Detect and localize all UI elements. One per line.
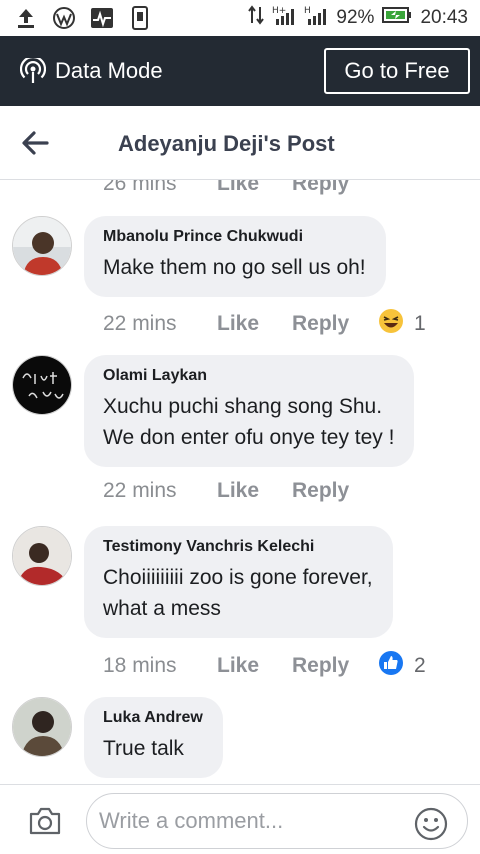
emoji-icon[interactable]: [414, 807, 448, 841]
reply-button[interactable]: Reply: [292, 180, 378, 196]
data-arrows-icon: [248, 5, 265, 31]
comment-author[interactable]: Luka Andrew: [103, 709, 203, 727]
upload-icon: [14, 6, 38, 30]
comment-bubble[interactable]: Testimony Vanchris Kelechi Choiiiiiiiii …: [84, 526, 393, 638]
reply-button[interactable]: Reply: [292, 479, 378, 503]
data-mode-bar: Data Mode Go to Free: [0, 36, 480, 106]
like-button[interactable]: Like: [217, 654, 292, 678]
avatar[interactable]: [12, 216, 72, 276]
avatar[interactable]: [12, 355, 72, 415]
reply-button[interactable]: Reply: [292, 654, 378, 678]
comment-text: True talk: [103, 737, 184, 760]
comments-list[interactable]: 26 mins Like Reply Mbanolu Prince Chukwu…: [0, 180, 480, 784]
comment-time: 22 mins: [103, 479, 177, 502]
status-bar: H+ H 92% 20:43: [0, 0, 480, 36]
wordpress-icon: [52, 6, 76, 30]
comment-meta: 26 mins Like Reply: [103, 180, 378, 196]
signal-h-icon: H: [304, 5, 328, 31]
like-button[interactable]: Like: [217, 312, 292, 336]
like-button[interactable]: Like: [217, 479, 292, 503]
comment-author[interactable]: Mbanolu Prince Chukwudi: [103, 228, 366, 246]
avatar[interactable]: [12, 526, 72, 586]
reaction-summary[interactable]: 2: [378, 650, 426, 682]
camera-icon[interactable]: [28, 805, 62, 837]
comment-text: Choiiiiiiiii zoo is gone forever, what a…: [103, 566, 373, 620]
comment-input[interactable]: [86, 793, 468, 849]
svg-text:H: H: [304, 6, 311, 16]
like-button[interactable]: Like: [217, 180, 292, 196]
broadcast-icon: [19, 55, 47, 84]
activity-icon: [90, 6, 114, 30]
comment-author[interactable]: Testimony Vanchris Kelechi: [103, 538, 373, 556]
page-title: Adeyanju Deji's Post: [118, 131, 335, 156]
comment-meta: 18 mins Like Reply 2: [103, 650, 426, 682]
comment-time: 18 mins: [103, 654, 177, 677]
clock: 20:43: [420, 7, 468, 28]
comment-bubble[interactable]: Mbanolu Prince Chukwudi Make them no go …: [84, 216, 386, 297]
go-to-free-button[interactable]: Go to Free: [324, 48, 470, 94]
comment-meta: 22 mins Like Reply 1: [103, 308, 426, 340]
data-mode-label: Data Mode: [55, 58, 163, 83]
reaction-summary[interactable]: 1: [378, 308, 426, 340]
svg-text:H+: H+: [272, 6, 286, 16]
comment-text: Make them no go sell us oh!: [103, 256, 366, 279]
battery-percent: 92%: [336, 7, 375, 28]
sim-card-icon: [128, 6, 152, 30]
back-arrow-icon[interactable]: [20, 128, 50, 158]
comment-composer: [0, 784, 480, 854]
like-reaction-icon: [378, 650, 404, 682]
comment-bubble[interactable]: Luka Andrew True talk: [84, 697, 223, 778]
comment-time: 26 mins: [103, 180, 177, 195]
comment-text: Xuchu puchi shang song Shu. We don enter…: [103, 395, 395, 449]
comment-bubble[interactable]: Olami Laykan Xuchu puchi shang song Shu.…: [84, 355, 415, 467]
battery-icon: [382, 7, 412, 29]
signal-h-icon: H+: [272, 5, 296, 31]
avatar[interactable]: [12, 697, 72, 757]
reaction-count: 2: [414, 654, 426, 677]
reply-button[interactable]: Reply: [292, 312, 378, 336]
comment-meta: 22 mins Like Reply: [103, 479, 378, 503]
comment-author[interactable]: Olami Laykan: [103, 367, 394, 385]
comment-time: 22 mins: [103, 312, 177, 335]
reaction-count: 1: [414, 312, 426, 335]
post-header: Adeyanju Deji's Post: [0, 106, 480, 180]
haha-reaction-icon: [378, 308, 404, 340]
